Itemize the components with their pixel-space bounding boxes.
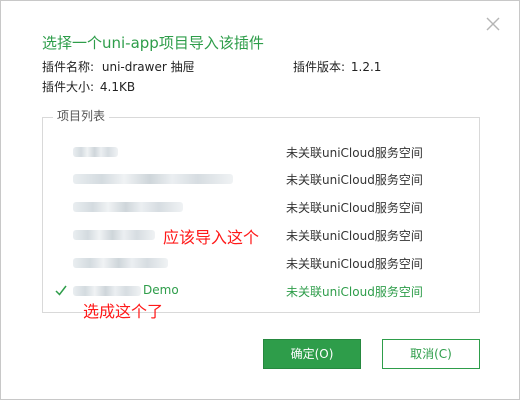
- close-icon: [486, 17, 500, 31]
- annotation-selected-this: 选成这个了: [83, 302, 164, 321]
- blurred-project-name: [73, 258, 168, 268]
- plugin-version-info: 插件版本: 1.2.1: [293, 59, 381, 75]
- project-status: 未关联uniCloud服务空间: [286, 257, 423, 271]
- plugin-name-value: uni-drawer 抽屉: [101, 60, 195, 74]
- plugin-size-label: 插件大小:: [42, 80, 95, 94]
- close-button[interactable]: [482, 13, 504, 35]
- cancel-button[interactable]: 取消(C): [382, 339, 480, 369]
- blurred-project-name: [73, 230, 155, 240]
- blurred-project-name: [73, 286, 141, 296]
- project-status: 未关联uniCloud服务空间: [286, 229, 423, 243]
- ok-button[interactable]: 确定(O): [263, 339, 361, 369]
- project-row-selected[interactable]: Demo 未关联uniCloud服务空间: [43, 278, 479, 304]
- project-row[interactable]: 未关联uniCloud服务空间: [43, 194, 479, 220]
- plugin-name-info: 插件名称: uni-drawer 抽屉: [42, 59, 195, 75]
- plugin-size-value: 4.1KB: [99, 80, 136, 94]
- project-status: 未关联uniCloud服务空间: [286, 173, 423, 187]
- plugin-name-label: 插件名称:: [42, 60, 95, 74]
- plugin-size-info: 插件大小: 4.1KB: [42, 79, 135, 95]
- project-status: 未关联uniCloud服务空间: [286, 146, 423, 160]
- blurred-project-name: [73, 202, 183, 212]
- plugin-version-label: 插件版本:: [293, 60, 346, 74]
- dialog-title: 选择一个uni-app项目导入该插件: [42, 34, 264, 52]
- project-status: 未关联uniCloud服务空间: [286, 201, 423, 215]
- project-list-legend: 项目列表: [53, 109, 110, 123]
- project-row[interactable]: 未关联uniCloud服务空间: [43, 222, 479, 248]
- plugin-import-dialog: 选择一个uni-app项目导入该插件 插件名称: uni-drawer 抽屉 插…: [0, 0, 520, 400]
- project-row[interactable]: 未关联uniCloud服务空间: [43, 166, 479, 192]
- project-name-suffix: Demo: [143, 283, 179, 297]
- plugin-version-value: 1.2.1: [350, 60, 382, 74]
- checkmark-icon: [55, 285, 67, 296]
- annotation-should-import: 应该导入这个: [163, 228, 260, 247]
- project-row[interactable]: 未关联uniCloud服务空间: [43, 250, 479, 276]
- blurred-project-name: [73, 147, 118, 157]
- project-row[interactable]: 未关联uniCloud服务空间: [43, 139, 479, 165]
- project-status: 未关联uniCloud服务空间: [286, 285, 423, 299]
- blurred-project-name: [73, 174, 233, 184]
